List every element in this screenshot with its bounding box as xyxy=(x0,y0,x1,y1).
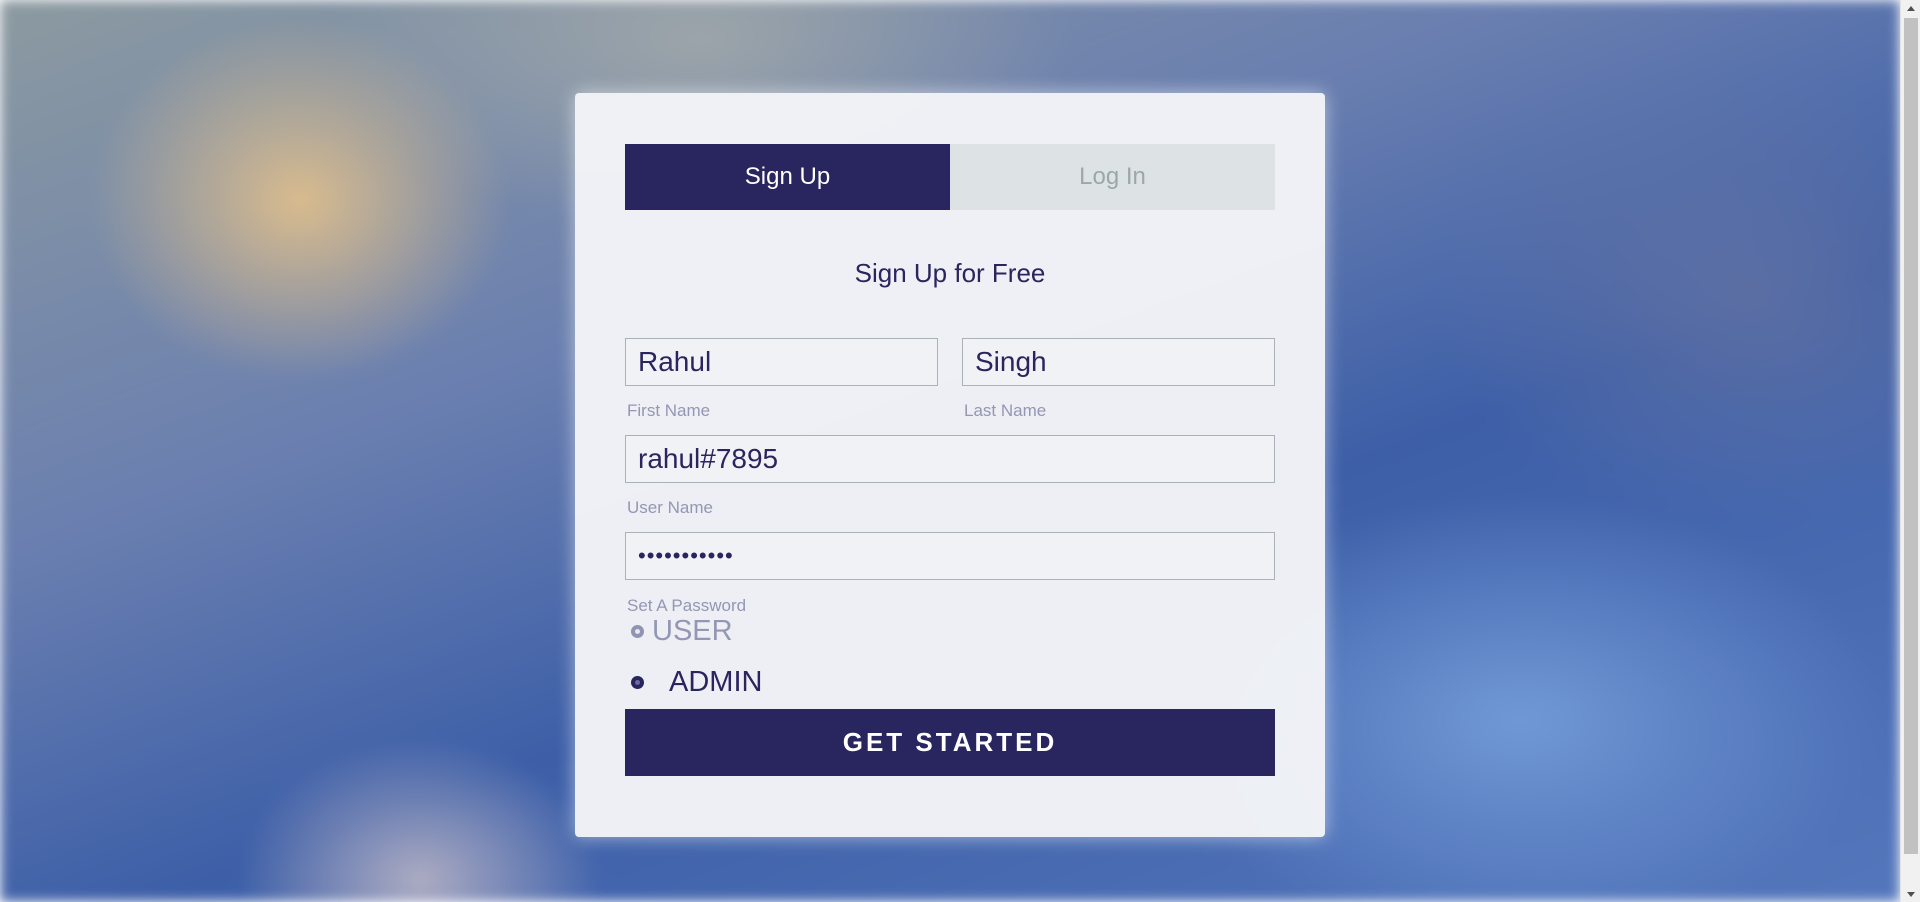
scroll-up-icon[interactable] xyxy=(1901,0,1920,16)
role-option-admin[interactable]: ADMIN xyxy=(625,665,1275,698)
first-name-label: First Name xyxy=(627,401,711,420)
tab-log-in[interactable]: Log In xyxy=(950,144,1275,210)
vertical-scrollbar[interactable] xyxy=(1900,0,1920,902)
signup-card: Sign Up Log In Sign Up for Free First Na… xyxy=(575,93,1325,837)
password-label: Set A Password xyxy=(627,596,747,615)
admin-radio-label: ADMIN xyxy=(669,665,763,698)
last-name-group: Last Name xyxy=(962,338,1275,421)
tab-sign-up[interactable]: Sign Up xyxy=(625,144,950,210)
password-input[interactable] xyxy=(625,532,1275,580)
user-radio-label: USER xyxy=(652,614,733,647)
user-radio-button[interactable] xyxy=(631,624,644,638)
name-row: First Name Last Name xyxy=(625,338,1275,421)
get-started-button[interactable]: GET STARTED xyxy=(625,709,1275,776)
last-name-input[interactable] xyxy=(962,338,1275,386)
first-name-input[interactable] xyxy=(625,338,938,386)
scrollbar-thumb[interactable] xyxy=(1904,18,1918,854)
last-name-label: Last Name xyxy=(964,401,1047,420)
password-group: Set A Password xyxy=(625,532,1275,616)
admin-radio-button[interactable] xyxy=(631,675,644,689)
role-option-user[interactable]: USER xyxy=(625,614,1275,647)
scroll-down-icon[interactable] xyxy=(1901,886,1920,902)
auth-tabs: Sign Up Log In xyxy=(625,144,1275,210)
user-name-group: User Name xyxy=(625,435,1275,518)
user-name-input[interactable] xyxy=(625,435,1275,483)
user-name-label: User Name xyxy=(627,498,713,517)
first-name-group: First Name xyxy=(625,338,938,421)
page-title: Sign Up for Free xyxy=(854,258,1046,288)
